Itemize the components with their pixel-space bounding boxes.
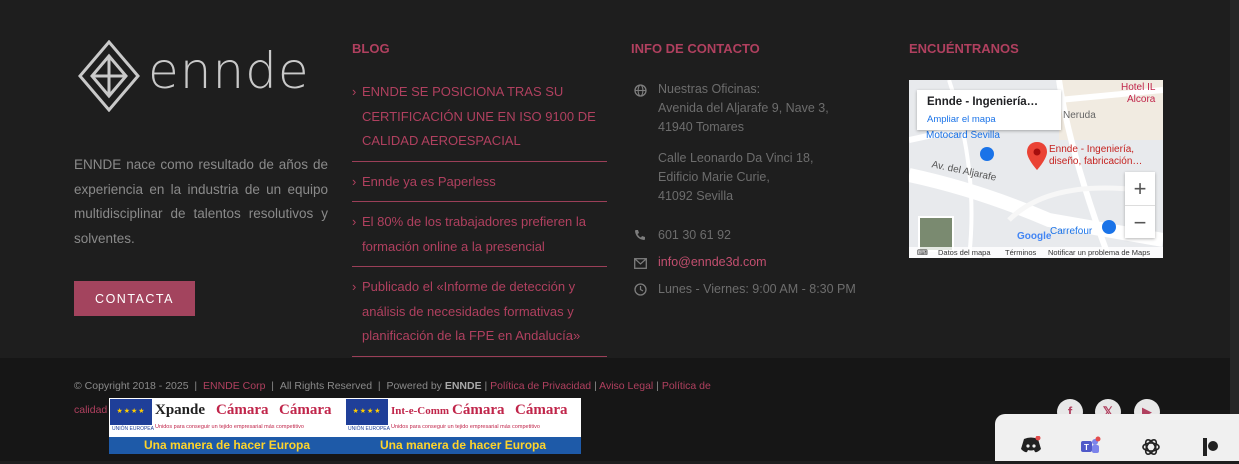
chevron-right-icon: ›: [352, 84, 357, 99]
map-zoom-control: + −: [1125, 172, 1155, 238]
svg-text:T: T: [1084, 443, 1089, 452]
logo-wordmark: ennde: [148, 42, 310, 100]
google-logo: Google: [1017, 231, 1052, 242]
taskbar-overlay: T: [995, 414, 1239, 461]
list-item: › Publicado el «Informe de detección y a…: [352, 275, 607, 357]
blog-post-link[interactable]: Ennde ya es Paperless: [362, 170, 607, 195]
eu-funding-banner: ★★★★ UNIÓN EUROPEA Xpande Cámara Cámara …: [109, 398, 345, 454]
ennde-logo[interactable]: ennde: [78, 39, 310, 113]
envelope-icon: [634, 255, 648, 269]
teams-icon[interactable]: T: [1078, 436, 1102, 460]
eu-flag-icon: ★★★★: [346, 399, 388, 425]
phone-icon: [634, 227, 648, 241]
map-data-link[interactable]: Datos del mapa: [938, 248, 991, 257]
enlarge-map-link[interactable]: Ampliar el mapa: [927, 114, 996, 125]
clock-icon: [634, 282, 648, 296]
privacy-policy-link[interactable]: Política de Privacidad: [490, 380, 591, 392]
map-attribution: ⌨ Datos del mapa Términos Notificar un p…: [909, 247, 1163, 258]
list-item: › Ennde ya es Paperless: [352, 170, 607, 202]
eu-flag-icon: ★★★★: [110, 399, 152, 425]
find-us-heading: ENCUÉNTRANOS: [909, 41, 1019, 56]
list-item: › El 80% de los trabajadores prefieren l…: [352, 210, 607, 267]
google-map[interactable]: Hotel IL Alcora Neruda Motocard Sevilla …: [909, 80, 1163, 258]
list-item: › ENNDE SE POSICIONA TRAS SU CERTIFICACI…: [352, 80, 607, 162]
report-problem-link[interactable]: Notificar un problema de Maps: [1048, 248, 1150, 257]
blog-post-list: › ENNDE SE POSICIONA TRAS SU CERTIFICACI…: [352, 80, 607, 357]
keyboard-icon[interactable]: ⌨: [917, 248, 928, 257]
contact-info-heading: INFO DE CONTACTO: [631, 41, 760, 56]
map-place-title: Ennde - Ingeniería…: [927, 96, 1039, 108]
zoom-out-button[interactable]: −: [1125, 206, 1155, 239]
blog-post-link[interactable]: El 80% de los trabajadores prefieren la …: [362, 210, 607, 259]
blog-heading: BLOG: [352, 41, 390, 56]
openai-icon[interactable]: [1139, 436, 1163, 460]
email-link[interactable]: info@ennde3d.com: [658, 253, 767, 273]
about-text: ENNDE nace como resultado de años de exp…: [74, 157, 328, 246]
chevron-right-icon: ›: [352, 173, 357, 189]
map-pin-icon[interactable]: [1027, 142, 1047, 170]
company-link[interactable]: ENNDE Corp: [203, 380, 265, 392]
globe-icon: [634, 83, 648, 97]
scrollbar-track[interactable]: [1230, 0, 1239, 461]
logo-mark-icon: [78, 39, 140, 113]
blog-post-link[interactable]: ENNDE SE POSICIONA TRAS SU CERTIFICACIÓN…: [362, 80, 607, 154]
chevron-right-icon: ›: [352, 279, 357, 294]
discord-icon[interactable]: [1019, 435, 1043, 460]
map-place-card: Ennde - Ingeniería… Ampliar el mapa: [917, 90, 1061, 130]
legal-notice-link[interactable]: Aviso Legal: [599, 380, 653, 392]
app-icon[interactable]: [1199, 436, 1223, 460]
blog-post-link[interactable]: Publicado el «Informe de detección y aná…: [362, 275, 607, 349]
zoom-in-button[interactable]: +: [1125, 172, 1155, 206]
eu-funding-banner: ★★★★ UNIÓN EUROPEA Int-e-Comm Cámara Cám…: [345, 398, 581, 454]
chevron-right-icon: ›: [352, 214, 357, 229]
contact-button[interactable]: CONTACTA: [74, 281, 195, 316]
terms-link[interactable]: Términos: [1005, 248, 1036, 257]
